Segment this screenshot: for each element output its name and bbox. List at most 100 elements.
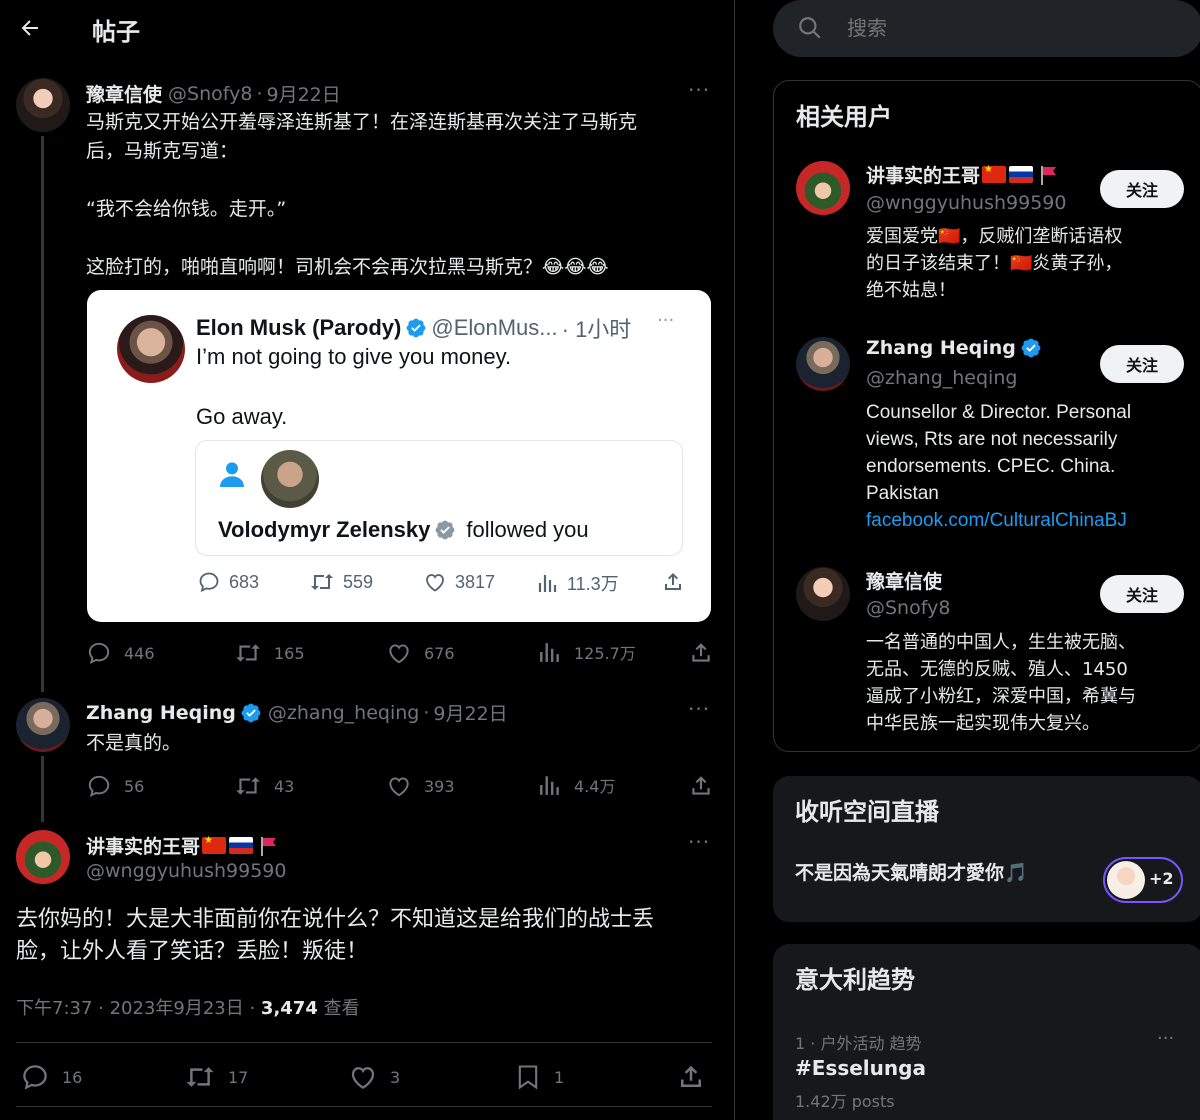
repost-button[interactable]: 43 (234, 773, 294, 799)
views-button[interactable]: 4.4万 (538, 773, 615, 797)
share-icon (692, 643, 710, 662)
views-icon (540, 643, 559, 662)
reply-icon (88, 775, 110, 797)
avatar[interactable] (796, 337, 850, 391)
user-handle[interactable]: @wnggyuhush99590 (866, 192, 1066, 214)
avatar[interactable] (796, 567, 850, 621)
space-title[interactable]: 不是因為天氣晴朗才愛你🎵 (795, 858, 1028, 885)
share-button[interactable] (676, 1062, 718, 1092)
panel-title: 相关用户 (796, 103, 892, 131)
sidebar: 相关用户 讲事实的王哥 @wnggyuhush99590 关注 爱国爱党🇨🇳，反… (735, 0, 1200, 1120)
avatar (1107, 861, 1145, 899)
back-arrow-icon[interactable] (14, 12, 46, 44)
repost-button[interactable]: 165 (234, 640, 305, 666)
reply-button[interactable]: 56 (86, 773, 144, 799)
post-timestamp[interactable]: 下午7:37 · 2023年9月23日 · (16, 998, 261, 1019)
repost-icon (236, 644, 260, 662)
author-handle[interactable]: @wnggyuhush99590 (86, 860, 286, 882)
bio-line: 逼成了小粉红，深爱中国，希冀与 (866, 686, 1136, 707)
author-handle[interactable]: @zhang_heqing (268, 702, 419, 724)
share-icon (681, 1065, 701, 1087)
heart-icon (389, 644, 409, 664)
verified-badge-icon (1021, 338, 1041, 358)
trends-panel: 意大利趋势 1 · 户外活动 趋势 ··· #Esselunga 1.42万 p… (773, 944, 1200, 1120)
search-icon (799, 17, 821, 39)
image-views-count: 11.3万 (567, 574, 619, 594)
reply-count: 16 (62, 1067, 83, 1087)
related-users-panel: 相关用户 讲事实的王哥 @wnggyuhush99590 关注 爱国爱党🇨🇳，反… (773, 80, 1200, 752)
avatar[interactable] (16, 698, 70, 752)
share-button[interactable] (688, 640, 726, 666)
red-flag-icon (261, 836, 277, 856)
china-flag-icon (202, 835, 227, 854)
author-name[interactable]: Zhang Heqing (86, 702, 236, 724)
trend-tag[interactable]: #Esselunga (795, 1056, 926, 1080)
tweet-text-line: “我不会给你钱。走开。” (86, 198, 287, 220)
verified-badge-icon (435, 520, 455, 540)
more-options-icon[interactable]: ··· (1157, 1028, 1174, 1049)
user-handle[interactable]: @Snofy8 (866, 597, 950, 619)
more-options-icon[interactable]: ··· (688, 78, 710, 102)
reply-icon (199, 572, 219, 593)
verified-badge-icon (406, 318, 426, 338)
avatar[interactable] (16, 830, 70, 884)
bio-line: 中华民族一起实现伟大复兴。 (866, 713, 1100, 734)
user-name[interactable]: 豫章信使 (866, 571, 942, 593)
divider (16, 1042, 712, 1043)
post-text-line: 脸，让外人看了笑话？丢脸！叛徒！ (16, 939, 369, 964)
tweet-date[interactable]: 9月22日 (266, 80, 340, 107)
search-input[interactable] (847, 10, 1177, 46)
image-like-count: 3817 (455, 571, 496, 592)
follow-button[interactable]: 关注 (1100, 345, 1184, 383)
views-count: 125.7万 (574, 644, 636, 663)
like-button[interactable]: 3 (348, 1062, 400, 1092)
share-button[interactable] (688, 773, 726, 799)
user-name[interactable]: Zhang Heqing (866, 337, 1016, 359)
bookmark-icon (518, 1065, 538, 1090)
post-text: 去你妈的！大是大非面前你在说什么？不知道这是给我们的战士丢 脸，让外人看了笑话？… (16, 904, 716, 968)
user-bio: 一名普通的中国人，生生被无脑、 无品、无德的反贼、殖人、1450 逼成了小粉红，… (866, 629, 1136, 737)
bookmark-button[interactable]: 1 (514, 1062, 564, 1092)
repost-button[interactable]: 17 (184, 1062, 248, 1092)
follow-button[interactable]: 关注 (1100, 170, 1184, 208)
follow-button[interactable]: 关注 (1100, 575, 1184, 613)
more-options-icon[interactable]: ··· (688, 830, 710, 854)
repost-count: 165 (274, 643, 305, 663)
tweet-date[interactable]: 9月22日 (433, 699, 507, 726)
views-icon (538, 575, 557, 592)
user-bio: Counsellor & Director. Personal views, R… (866, 399, 1131, 534)
repost-icon (311, 574, 333, 590)
avatar[interactable] (16, 78, 70, 132)
reply-button[interactable]: 446 (86, 640, 155, 666)
avatar[interactable] (796, 161, 850, 215)
post-views-label: 查看 (317, 998, 360, 1019)
tweet-image[interactable]: Elon Musk (Parody) @ElonMus... · 1小时 ···… (87, 290, 711, 622)
author-name[interactable]: 讲事实的王哥 (86, 832, 200, 859)
image-time: · 1小时 (561, 317, 632, 342)
image-avatar (117, 315, 185, 383)
bio-link[interactable]: facebook.com/CulturalChinaBJ (866, 510, 1127, 531)
reply-count: 56 (124, 776, 145, 796)
share-icon (692, 776, 710, 795)
like-button[interactable]: 393 (386, 773, 455, 799)
views-icon (540, 776, 559, 795)
author-handle[interactable]: @Snofy8 (168, 83, 252, 105)
trend-meta: 1 · 户外活动 趋势 (795, 1034, 922, 1053)
spaces-panel: 收听空间直播 不是因為天氣晴朗才愛你🎵 +2 (773, 776, 1200, 922)
heart-icon (389, 777, 409, 797)
image-line1: I’m not going to give you money. (196, 344, 512, 369)
author-name[interactable]: 豫章信使 (86, 80, 162, 107)
search-bar[interactable] (773, 0, 1200, 57)
thread-connector (41, 756, 44, 822)
thread-connector (41, 136, 44, 692)
more-options-icon[interactable]: ··· (688, 697, 710, 721)
divider (16, 1106, 712, 1107)
space-listeners[interactable]: +2 (1103, 857, 1183, 903)
reply-button[interactable]: 16 (20, 1062, 82, 1092)
views-button[interactable]: 125.7万 (538, 640, 636, 664)
image-repost-stat: 559 (309, 570, 373, 594)
user-handle[interactable]: @zhang_heqing (866, 367, 1017, 389)
like-button[interactable]: 676 (386, 640, 455, 666)
image-notification-card: Volodymyr Zelensky followed you (195, 440, 683, 556)
user-name[interactable]: 讲事实的王哥 (866, 161, 980, 188)
